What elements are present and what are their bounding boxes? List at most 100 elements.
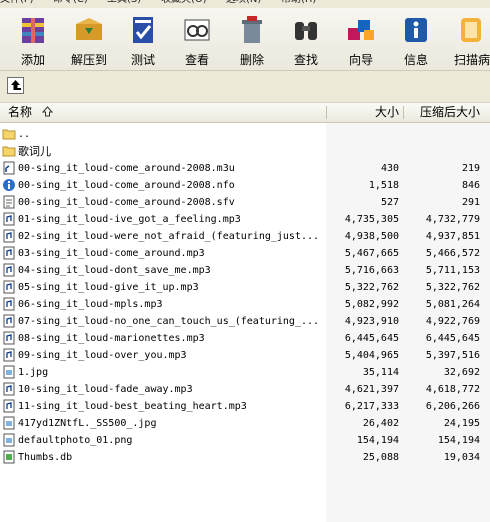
file-packed-size: 5,322,762 <box>425 282 480 293</box>
file-name: 04-sing_it_loud-dont_save_me.mp3 <box>18 265 211 276</box>
mp3-file-icon <box>2 331 16 345</box>
file-row[interactable]: defaultphoto_01.png 154,194 154,194 <box>0 432 490 449</box>
file-size: 26,402 <box>362 418 399 429</box>
image-file-icon <box>2 433 16 447</box>
file-row[interactable]: 02-sing_it_loud-were_not_afraid_(featuri… <box>0 228 490 245</box>
column-name-header[interactable]: 名称 <box>8 103 53 122</box>
column-name-label: 名称 <box>8 105 33 119</box>
menu-item[interactable]: 帮助(H) <box>281 0 316 5</box>
find-icon <box>289 14 323 46</box>
file-size: 5,322,762 <box>344 282 399 293</box>
file-row[interactable]: 01-sing_it_loud-ive_got_a_feeling.mp3 4,7… <box>0 211 490 228</box>
up-arrow-icon <box>11 80 21 90</box>
menu-item[interactable]: 文件(F) <box>0 0 34 5</box>
menu-item[interactable]: 命令(C) <box>53 0 88 5</box>
file-size: 5,404,965 <box>344 350 399 361</box>
db-file-icon <box>2 450 16 464</box>
file-name: defaultphoto_01.png <box>18 435 133 446</box>
file-packed-size: 846 <box>461 180 480 191</box>
toolbar-button-label: 向导 <box>348 53 373 67</box>
text-file-icon <box>2 161 16 175</box>
file-list: .. 歌词儿 00-sing_it_loud-come_around-2008.m3… <box>0 123 490 522</box>
file-row[interactable]: 06-sing_it_loud-mpls.mp3 5,082,992 5,081,2… <box>0 296 490 313</box>
file-row[interactable]: 00-sing_it_loud-come_around-2008.nfo 1,51… <box>0 177 490 194</box>
file-packed-size: 19,034 <box>443 452 480 463</box>
file-row[interactable]: 417yd1ZNtfL._SS500_.jpg 26,402 24,195 <box>0 415 490 432</box>
file-size: 430 <box>380 163 399 174</box>
file-row[interactable]: .. <box>0 126 490 143</box>
mp3-file-icon <box>2 399 16 413</box>
toolbar-button-delete[interactable]: 删除 <box>227 10 277 70</box>
mp3-file-icon <box>2 212 16 226</box>
file-packed-size: 5,466,572 <box>425 248 480 259</box>
mp3-file-icon <box>2 280 16 294</box>
toolbar-button-label: 信息 <box>403 53 428 67</box>
up-folder-button[interactable] <box>7 77 24 94</box>
file-row[interactable]: 00-sing_it_loud-come_around-2008.m3u 430 2… <box>0 160 490 177</box>
folder-icon <box>2 127 16 141</box>
file-packed-size: 5,081,264 <box>425 299 480 310</box>
toolbar-button-info[interactable]: 信息 <box>391 10 441 70</box>
virus-scan-icon <box>455 14 489 46</box>
file-packed-size: 4,922,769 <box>425 316 480 327</box>
file-packed-size: 4,732,779 <box>425 214 480 225</box>
toolbar: 添加 解压到 测试 查看 删除 查找 向导 信息 扫描病 <box>0 8 490 71</box>
file-row[interactable]: 00-sing_it_loud-come_around-2008.sfv 527 2… <box>0 194 490 211</box>
wizard-icon <box>344 14 378 46</box>
file-size: 154,194 <box>356 435 399 446</box>
file-row[interactable]: Thumbs.db 25,088 19,034 <box>0 449 490 466</box>
file-packed-size: 24,195 <box>443 418 480 429</box>
toolbar-button-add-archive[interactable]: 添加 <box>8 10 58 70</box>
file-packed-size: 291 <box>461 197 480 208</box>
menu-item[interactable]: 工具(S) <box>107 0 141 5</box>
toolbar-button-label: 查找 <box>293 53 318 67</box>
file-name: 歌词儿 <box>18 145 51 158</box>
file-name: 11-sing_it_loud-best_beating_heart.mp3 <box>18 401 247 412</box>
column-size-header[interactable]: 大小 <box>375 103 399 122</box>
file-row[interactable]: 10-sing_it_loud-fade_away.mp3 4,621,397 4,… <box>0 381 490 398</box>
file-row[interactable]: 1.jpg 35,114 32,692 <box>0 364 490 381</box>
file-row[interactable]: 05-sing_it_loud-give_it_up.mp3 5,322,762 5… <box>0 279 490 296</box>
menu-item[interactable]: 收藏夹(O) <box>161 0 207 5</box>
file-name: 00-sing_it_loud-come_around-2008.nfo <box>18 180 235 191</box>
file-name: 03-sing_it_loud-come_around.mp3 <box>18 248 205 259</box>
toolbar-button-label: 查看 <box>184 53 209 67</box>
mp3-file-icon <box>2 297 16 311</box>
column-packed-header[interactable]: 压缩后大小 <box>420 103 480 122</box>
file-size: 25,088 <box>362 452 399 463</box>
toolbar-button-label: 添加 <box>20 53 45 67</box>
file-row[interactable]: 04-sing_it_loud-dont_save_me.mp3 5,716,66… <box>0 262 490 279</box>
file-name: 00-sing_it_loud-come_around-2008.sfv <box>18 197 235 208</box>
column-separator[interactable] <box>403 106 404 119</box>
menu-bar: 文件(F) 命令(C) 工具(S) 收藏夹(O) 选项(N) 帮助(H) <box>0 0 490 8</box>
mp3-file-icon <box>2 314 16 328</box>
menu-item[interactable]: 选项(N) <box>226 0 261 5</box>
column-separator[interactable] <box>326 106 327 119</box>
file-size: 4,938,500 <box>344 231 399 242</box>
file-row[interactable]: 08-sing_it_loud-marionettes.mp3 6,445,645… <box>0 330 490 347</box>
file-packed-size: 5,711,153 <box>425 265 480 276</box>
file-row[interactable]: 09-sing_it_loud-over_you.mp3 5,404,965 5,3… <box>0 347 490 364</box>
toolbar-button-label: 测试 <box>130 53 155 67</box>
file-name: 05-sing_it_loud-give_it_up.mp3 <box>18 282 199 293</box>
file-size: 5,716,663 <box>344 265 399 276</box>
file-size: 35,114 <box>362 367 399 378</box>
mp3-file-icon <box>2 382 16 396</box>
add-archive-icon <box>16 14 50 46</box>
toolbar-button-extract-to[interactable]: 解压到 <box>64 10 114 70</box>
file-name: 00-sing_it_loud-come_around-2008.m3u <box>18 163 235 174</box>
toolbar-button-find[interactable]: 查找 <box>281 10 331 70</box>
toolbar-button-view[interactable]: 查看 <box>172 10 222 70</box>
toolbar-button-wizard[interactable]: 向导 <box>336 10 386 70</box>
file-size: 6,217,333 <box>344 401 399 412</box>
file-row[interactable]: 07-sing_it_loud-no_one_can_touch_us_(fea… <box>0 313 490 330</box>
file-name: 417yd1ZNtfL._SS500_.jpg <box>18 418 157 429</box>
file-row[interactable]: 歌词儿 <box>0 143 490 160</box>
test-icon <box>126 14 160 46</box>
toolbar-button-virus-scan[interactable]: 扫描病 <box>447 10 490 70</box>
file-packed-size: 219 <box>461 163 480 174</box>
file-row[interactable]: 03-sing_it_loud-come_around.mp3 5,467,665… <box>0 245 490 262</box>
mp3-file-icon <box>2 246 16 260</box>
file-row[interactable]: 11-sing_it_loud-best_beating_heart.mp3 6,… <box>0 398 490 415</box>
toolbar-button-test[interactable]: 测试 <box>118 10 168 70</box>
